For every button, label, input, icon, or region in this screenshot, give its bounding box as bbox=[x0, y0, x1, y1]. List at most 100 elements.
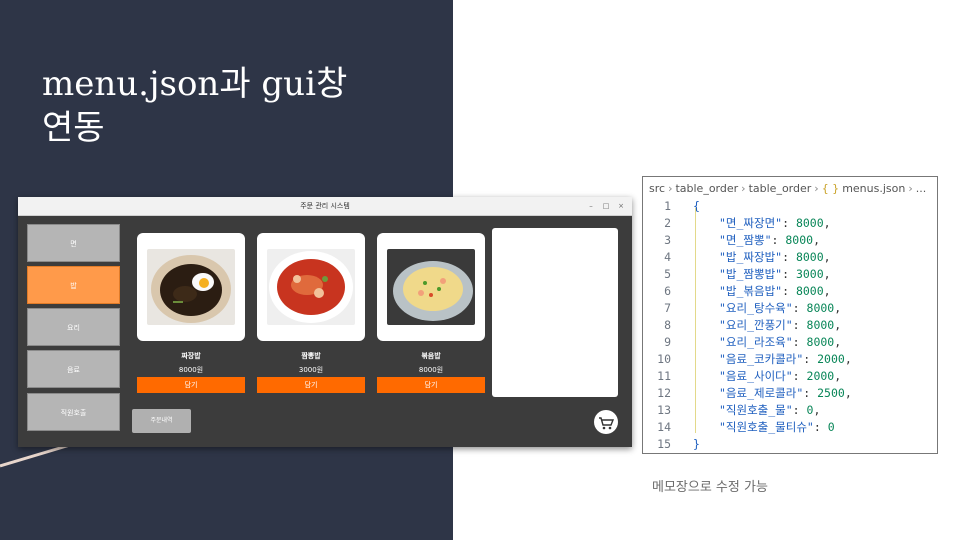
category-button-rice[interactable]: 밥 bbox=[27, 266, 120, 304]
menu-price-jjamppong-rice: 3000원 bbox=[298, 366, 324, 374]
code-line[interactable]: 6 "밥_볶음밥": 8000, bbox=[643, 283, 937, 300]
code-text: { bbox=[693, 198, 700, 215]
code-text: "면_짜장면": 8000, bbox=[719, 215, 831, 232]
add-button-jjamppong-rice[interactable]: 담기 bbox=[257, 377, 365, 393]
minimize-button[interactable]: – bbox=[586, 197, 596, 215]
code-line[interactable]: 8 "요리_깐풍기": 8000, bbox=[643, 317, 937, 334]
code-text: "음료_사이다": 2000, bbox=[719, 368, 841, 385]
line-number: 5 bbox=[664, 267, 671, 281]
code-text: "요리_깐풍기": 8000, bbox=[719, 317, 841, 334]
json-brace: } bbox=[693, 437, 700, 451]
code-line[interactable]: 10 "음료_코카콜라": 2000, bbox=[643, 351, 937, 368]
breadcrumb-item-file[interactable]: menus.json bbox=[842, 182, 905, 195]
json-comma: , bbox=[844, 352, 852, 366]
code-line[interactable]: 9 "요리_라조육": 8000, bbox=[643, 334, 937, 351]
add-button-fried-rice[interactable]: 담기 bbox=[377, 377, 485, 393]
code-text: "밥_짬뽕밥": 3000, bbox=[719, 266, 831, 283]
json-comma: , bbox=[813, 403, 821, 417]
json-key: "밥_짬뽕밥" bbox=[719, 267, 783, 281]
json-colon: : bbox=[803, 386, 818, 400]
code-text: "밥_볶음밥": 8000, bbox=[719, 283, 831, 300]
code-line[interactable]: 4 "밥_짜장밥": 8000, bbox=[643, 249, 937, 266]
menu-card-fried-rice[interactable] bbox=[377, 233, 485, 341]
line-number: 3 bbox=[664, 233, 671, 247]
json-editor-panel[interactable]: src › table_order › table_order ›{ } menus.jso… bbox=[642, 176, 938, 454]
menu-card-jjajang-rice[interactable] bbox=[137, 233, 245, 341]
editor-breadcrumb: src › table_order › table_order ›{ } menus.jso… bbox=[649, 182, 927, 195]
line-number: 15 bbox=[657, 437, 671, 451]
json-value: 0 bbox=[827, 420, 835, 434]
code-line[interactable]: 14 "직원호출_물티슈": 0 bbox=[643, 419, 937, 436]
maximize-button[interactable]: □ bbox=[601, 197, 611, 215]
code-line[interactable]: 3 "면_짬뽕": 8000, bbox=[643, 232, 937, 249]
line-number: 9 bbox=[664, 335, 671, 349]
order-history-button[interactable]: 주문내역 bbox=[132, 409, 191, 433]
window-titlebar[interactable]: 주문 관리 시스템 – □ × bbox=[18, 197, 632, 216]
json-comma: , bbox=[844, 386, 852, 400]
json-key: "요리_라조육" bbox=[719, 335, 793, 349]
breadcrumb-item-src[interactable]: src bbox=[649, 182, 665, 195]
category-button-staff-call[interactable]: 직원호출 bbox=[27, 393, 120, 431]
json-colon: : bbox=[792, 318, 807, 332]
breadcrumb-item-more[interactable]: ... bbox=[916, 182, 927, 195]
code-line[interactable]: 15} bbox=[643, 436, 937, 453]
code-text: "밥_짜장밥": 8000, bbox=[719, 249, 831, 266]
close-button[interactable]: × bbox=[616, 197, 626, 215]
slide-title-line-2: 연동 bbox=[42, 108, 105, 148]
line-number: 11 bbox=[657, 369, 671, 383]
menu-card-jjamppong-rice[interactable] bbox=[257, 233, 365, 341]
breadcrumb-item-table-order[interactable]: table_order bbox=[675, 182, 738, 195]
code-text: "직원호출_물티슈": 0 bbox=[719, 419, 835, 436]
json-comma: , bbox=[823, 250, 831, 264]
code-text: "면_짬뽕": 8000, bbox=[719, 232, 820, 249]
json-colon: : bbox=[792, 301, 807, 315]
breadcrumb-item-table-order-inner[interactable]: table_order bbox=[749, 182, 812, 195]
order-list-panel[interactable] bbox=[492, 228, 618, 397]
menu-price-jjajang-rice: 8000원 bbox=[178, 366, 204, 374]
json-file-icon: { } bbox=[821, 182, 840, 195]
code-line[interactable]: 7 "요리_탕수육": 8000, bbox=[643, 300, 937, 317]
json-colon: : bbox=[782, 267, 796, 281]
json-colon: : bbox=[792, 369, 807, 383]
json-comma: , bbox=[823, 267, 831, 281]
category-button-dishes[interactable]: 요리 bbox=[27, 308, 120, 346]
menu-name-jjamppong-rice: 짬뽕밥 bbox=[301, 352, 321, 360]
code-line[interactable]: 12 "음료_제로콜라": 2500, bbox=[643, 385, 937, 402]
json-colon: : bbox=[782, 250, 796, 264]
category-button-noodles[interactable]: 면 bbox=[27, 224, 120, 262]
order-app-window: 주문 관리 시스템 – □ × 면 밥 요리 음료 직원호출 짜장밥 8000원… bbox=[18, 197, 632, 447]
json-colon: : bbox=[782, 284, 796, 298]
code-line[interactable]: 13 "직원호출_물": 0, bbox=[643, 402, 937, 419]
json-comma: , bbox=[813, 233, 821, 247]
json-comma: , bbox=[834, 335, 842, 349]
json-value: 8000 bbox=[795, 216, 824, 230]
json-value: 2000 bbox=[806, 369, 835, 383]
code-line[interactable]: 5 "밥_짬뽕밥": 3000, bbox=[643, 266, 937, 283]
shopping-cart-icon[interactable] bbox=[594, 410, 618, 434]
line-number: 8 bbox=[664, 318, 671, 332]
code-text: } bbox=[693, 436, 700, 453]
line-number: 10 bbox=[657, 352, 671, 366]
add-button-jjajang-rice[interactable]: 담기 bbox=[137, 377, 245, 393]
slide-caption: 메모장으로 수정 가능 bbox=[652, 480, 768, 495]
code-line[interactable]: 1{ bbox=[643, 198, 937, 215]
json-comma: , bbox=[823, 216, 831, 230]
category-button-drinks[interactable]: 음료 bbox=[27, 350, 120, 388]
code-text: "요리_탕수육": 8000, bbox=[719, 300, 841, 317]
json-value: 2000 bbox=[817, 352, 845, 366]
json-value: 8000 bbox=[806, 301, 835, 315]
line-number: 2 bbox=[664, 216, 671, 230]
json-key: "직원호출_물" bbox=[719, 403, 793, 417]
window-title: 주문 관리 시스템 bbox=[300, 202, 350, 210]
line-number: 1 bbox=[664, 199, 671, 213]
line-number: 12 bbox=[657, 386, 671, 400]
code-line[interactable]: 11 "음료_사이다": 2000, bbox=[643, 368, 937, 385]
menu-name-jjajang-rice: 짜장밥 bbox=[181, 352, 201, 360]
json-comma: , bbox=[834, 318, 842, 332]
jjajang-rice-image bbox=[147, 249, 235, 325]
json-value: 2500 bbox=[817, 386, 845, 400]
jjamppong-rice-image bbox=[267, 249, 355, 325]
json-colon: : bbox=[813, 420, 828, 434]
code-line[interactable]: 2 "면_짜장면": 8000, bbox=[643, 215, 937, 232]
json-colon: : bbox=[792, 403, 807, 417]
